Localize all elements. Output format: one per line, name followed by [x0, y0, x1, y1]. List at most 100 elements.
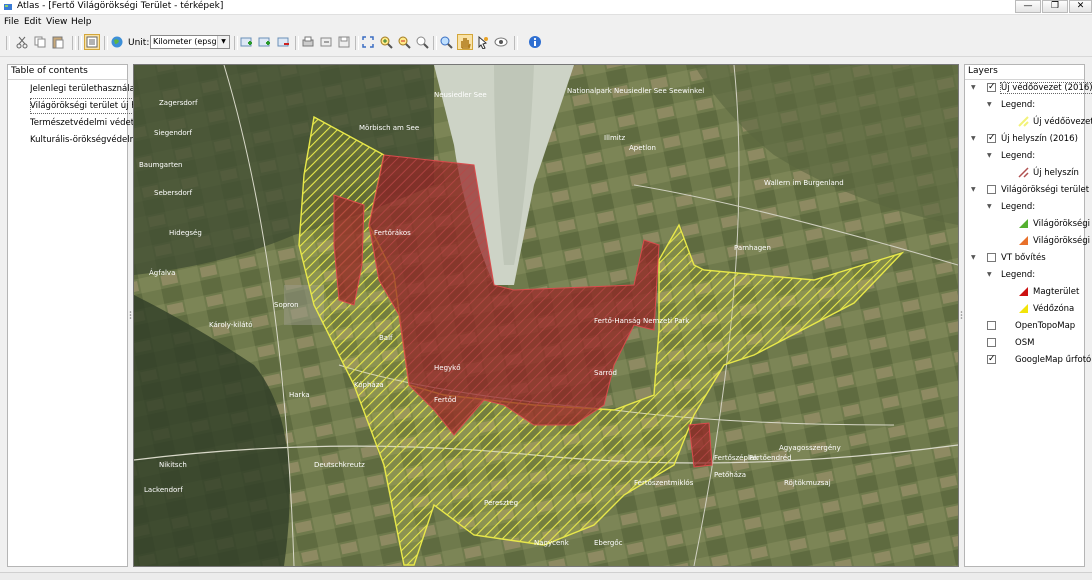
layer-visibility-checkbox[interactable]	[987, 321, 996, 330]
legend-item: Magterület	[965, 284, 1084, 300]
layer-group-row[interactable]: ▼ Világörökségi terület	[965, 182, 1089, 198]
basemap-name[interactable]: OSM	[1015, 338, 1034, 348]
legend-item: Védőzóna	[965, 301, 1084, 317]
paste-icon[interactable]	[51, 35, 65, 49]
layer-visibility-checkbox[interactable]	[987, 338, 996, 347]
toc-item-cultural-heritage[interactable]: Kulturális-örökségvédelmi terület	[30, 132, 134, 148]
unit-dropdown-value: Kilometer (epsg:	[153, 37, 220, 46]
export-icon[interactable]	[319, 35, 333, 49]
collapse-arrow-icon[interactable]: ▼	[987, 152, 992, 159]
menu-view[interactable]: View	[46, 17, 67, 27]
collapse-arrow-icon[interactable]: ▼	[971, 84, 976, 91]
map-label: Hegykő	[434, 363, 461, 372]
map-label: Fertőrákos	[374, 228, 411, 237]
legend-label: Legend:	[1001, 100, 1036, 110]
map-label: Nationalpark Neusiedler See Seewinkel	[567, 87, 704, 95]
layers-panel: Layers ▼ ✓ Új védőövezet (2016) ▼ Legend…	[964, 64, 1092, 567]
toc-item-land-use[interactable]: Jelenlegi területhasználat	[30, 81, 134, 97]
menu-bar: File Edit View Help	[0, 15, 1092, 29]
layer-visibility-checkbox[interactable]	[987, 253, 996, 262]
map-label: Ebergőc	[594, 538, 623, 547]
legend-swatch-icon	[1019, 236, 1028, 245]
layer-visibility-checkbox[interactable]: ✓	[987, 83, 996, 92]
remove-layer-icon[interactable]	[276, 35, 290, 49]
toc-item-world-heritage-boundaries[interactable]: Világörökségi terület új határai	[30, 98, 134, 114]
collapse-arrow-icon[interactable]: ▼	[971, 254, 976, 261]
collapse-arrow-icon[interactable]: ▼	[987, 203, 992, 210]
layer-visibility-checkbox[interactable]	[987, 185, 996, 194]
toolbar-separator	[295, 36, 299, 50]
legend-item: Új védőövezet	[965, 114, 1092, 130]
globe-icon[interactable]	[110, 35, 124, 49]
cut-icon[interactable]	[15, 35, 29, 49]
zoom-selection-icon[interactable]	[439, 35, 453, 49]
copy-icon[interactable]	[33, 35, 47, 49]
legend-row: ▼ Legend:	[965, 267, 1084, 283]
add-layer-icon[interactable]	[239, 35, 253, 49]
menu-file[interactable]: File	[4, 17, 19, 27]
collapse-arrow-icon[interactable]: ▼	[971, 135, 976, 142]
print-icon[interactable]	[301, 35, 315, 49]
map-label: Röjtökmuzsaj	[784, 479, 831, 487]
basemap-row[interactable]: OSM	[965, 335, 1084, 351]
zoom-extent-icon[interactable]	[361, 35, 375, 49]
zoom-out-icon[interactable]	[397, 35, 411, 49]
legend-item-label: Magterület	[1033, 287, 1080, 297]
select-icon[interactable]	[476, 35, 490, 49]
toolbar-separator	[78, 36, 82, 50]
toolbar-separator	[433, 36, 437, 50]
zoom-layer-icon[interactable]	[415, 35, 429, 49]
collapse-arrow-icon[interactable]: ▼	[987, 101, 992, 108]
map-label: Mörbisch am See	[359, 124, 419, 132]
minimize-button[interactable]: —	[1015, 0, 1041, 13]
menu-help[interactable]: Help	[71, 17, 92, 27]
legend-swatch-icon	[1019, 304, 1028, 313]
basemap-row[interactable]: ✓ GoogleMap űrfotó	[965, 352, 1091, 368]
legend-row: ▼ Legend:	[965, 199, 1084, 215]
map-label: Sopron	[274, 301, 299, 309]
legend-item-label: Új védőövezet	[1033, 117, 1092, 127]
layer-visibility-checkbox[interactable]: ✓	[987, 134, 996, 143]
layer-name[interactable]: Új védőövezet (2016)	[1000, 82, 1092, 94]
save-icon[interactable]	[337, 35, 351, 49]
layer-group-row[interactable]: ▼ ✓ Új védőövezet (2016)	[965, 80, 1092, 96]
left-splitter-handle[interactable]	[129, 310, 132, 320]
splitter-grip-icon	[960, 311, 963, 319]
map-label: Nikitsch	[159, 461, 187, 469]
properties-icon[interactable]	[84, 34, 100, 50]
layer-name[interactable]: Világörökségi terület	[1001, 185, 1089, 195]
info-icon[interactable]	[528, 35, 542, 49]
restore-button[interactable]: ❐	[1042, 0, 1068, 13]
layer-name[interactable]: Új helyszín (2016)	[1001, 134, 1078, 144]
collapse-arrow-icon[interactable]: ▼	[971, 186, 976, 193]
legend-swatch-icon	[1018, 167, 1029, 178]
legend-item-label: Új helyszín	[1033, 168, 1079, 178]
basemap-name[interactable]: GoogleMap űrfotó	[1015, 355, 1091, 365]
pan-hand-icon[interactable]	[457, 34, 473, 50]
map-label: Harka	[289, 391, 310, 399]
map-label: Nagycenk	[534, 539, 570, 547]
layer-name[interactable]: VT bővítés	[1001, 253, 1046, 263]
layer-group-row[interactable]: ▼ ✓ Új helyszín (2016)	[965, 131, 1084, 147]
right-splitter-handle[interactable]	[960, 310, 963, 320]
legend-label: Legend:	[1001, 202, 1036, 212]
basemap-name[interactable]: OpenTopoMap	[1015, 321, 1075, 331]
map-label: Ágfalva	[149, 268, 175, 277]
add-vector-icon[interactable]	[257, 35, 271, 49]
unit-dropdown[interactable]: Kilometer (epsg: ▼	[150, 35, 230, 49]
toc-item-nature-protection[interactable]: Természetvédelmi védettség	[30, 115, 134, 131]
collapse-arrow-icon[interactable]: ▼	[987, 271, 992, 278]
map-canvas[interactable]: Nationalpark Neusiedler See Seewinkel Ne…	[133, 64, 959, 567]
toc-panel: Table of contents Jelenlegi területhaszn…	[7, 64, 134, 567]
toc-header: Table of contents	[8, 65, 127, 80]
layer-group-row[interactable]: ▼ VT bővítés	[965, 250, 1084, 266]
menu-edit[interactable]: Edit	[24, 17, 41, 27]
basemap-row[interactable]: OpenTopoMap	[965, 318, 1084, 334]
map-label: Kópháza	[354, 381, 384, 389]
satellite-map[interactable]: Nationalpark Neusiedler See Seewinkel Ne…	[134, 65, 958, 566]
zoom-in-icon[interactable]	[379, 35, 393, 49]
legend-swatch-icon	[1018, 116, 1029, 127]
close-button[interactable]: ✕	[1069, 0, 1092, 13]
layer-visibility-checkbox[interactable]: ✓	[987, 355, 996, 364]
identify-icon[interactable]	[494, 35, 508, 49]
